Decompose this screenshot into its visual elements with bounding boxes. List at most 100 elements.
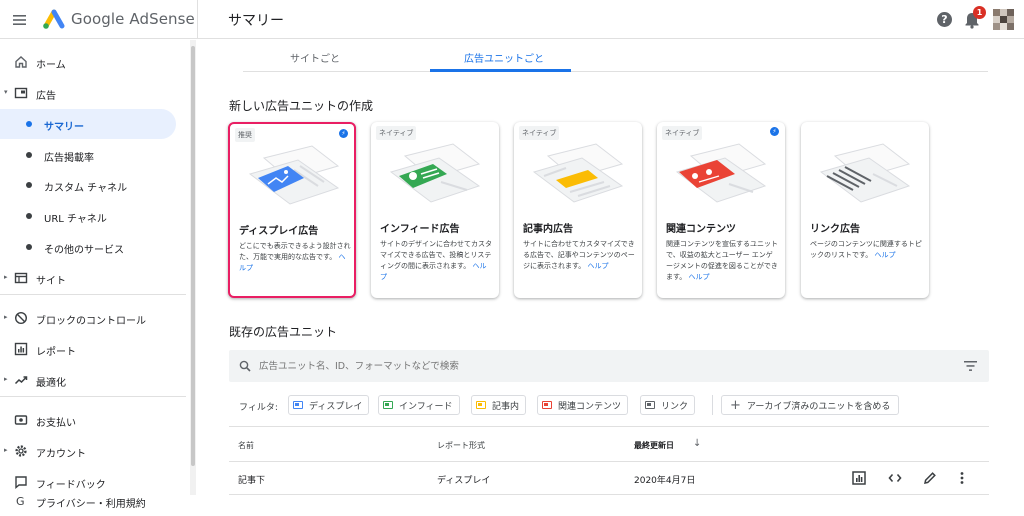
expand-arrow-icon: ▸	[4, 375, 8, 383]
sidebar-item-home[interactable]: ホーム	[0, 47, 186, 77]
sidebar-item-label: 広告掲載率	[44, 153, 94, 164]
link-ads-illustration	[813, 142, 917, 208]
sidebar-item-custom-channels[interactable]: カスタム チャネル	[0, 170, 186, 200]
sort-down-icon[interactable]: ↓	[693, 438, 701, 449]
bullet-icon	[26, 182, 32, 188]
ads-icon	[14, 86, 28, 100]
ad-card-link-ads[interactable]: リンク広告 ページのコンテンツに関連するトピックのリストです。 ヘルプ	[801, 122, 929, 298]
sites-icon	[14, 271, 28, 285]
filter-list-icon[interactable]	[964, 361, 977, 371]
search-input[interactable]	[259, 358, 909, 374]
block-icon	[14, 311, 28, 325]
sidebar-item-summary[interactable]: サマリー	[0, 109, 176, 139]
ad-card-matched-content[interactable]: ネイティブ ⚡ 関連コンテンツ 関連コンテンツを宣伝するユニットで、収益の拡大と…	[657, 122, 785, 298]
tab-by-site[interactable]: サイトごと	[290, 50, 340, 65]
help-link[interactable]: ヘルプ	[875, 251, 896, 259]
help-link[interactable]: ヘルプ	[588, 262, 609, 270]
tab-bar: サイトごと 広告ユニットごと	[243, 40, 988, 72]
sidebar-item-sites[interactable]: ▸ サイト	[0, 263, 186, 293]
filter-chip-in-feed[interactable]: インフィード	[378, 395, 460, 415]
sidebar-item-label: URL チャネル	[44, 214, 107, 225]
in-feed-square-icon	[383, 401, 393, 409]
bullet-icon	[26, 121, 32, 127]
sidebar-item-label: ホーム	[36, 60, 66, 71]
filter-chip-label: ディスプレイ	[309, 401, 363, 412]
card-title: ディスプレイ広告	[239, 226, 319, 237]
filter-label: フィルタ:	[239, 403, 278, 413]
help-link[interactable]: ヘルプ	[689, 273, 710, 281]
edit-pencil-icon[interactable]	[922, 470, 938, 486]
filter-chip-label: リンク	[661, 401, 689, 412]
filter-divider	[712, 395, 713, 415]
matched-content-illustration	[669, 142, 773, 208]
expand-arrow-icon: ▸	[4, 313, 8, 321]
sidebar-item-label: カスタム チャネル	[44, 183, 128, 194]
filter-chip-label: インフィード	[399, 401, 453, 412]
tab-by-ad-unit[interactable]: 広告ユニットごと	[464, 50, 544, 65]
sidebar-item-payments[interactable]: お支払い	[0, 405, 186, 435]
include-archived-button[interactable]: + アーカイブ済みのユニットを含める	[721, 395, 900, 415]
column-header-report-format[interactable]: レポート形式	[437, 440, 485, 451]
display-square-icon	[293, 401, 303, 409]
filter-chip-label: 記事内	[492, 401, 520, 412]
code-icon[interactable]	[887, 470, 903, 486]
create-section-title: 新しい広告ユニットの作成	[229, 99, 374, 113]
card-title: インフィード広告	[380, 224, 460, 235]
adsense-logo-icon[interactable]	[42, 9, 66, 29]
filter-chip-in-article[interactable]: 記事内	[471, 395, 527, 415]
sidebar-scrollbar-thumb[interactable]	[191, 46, 195, 466]
gear-icon	[14, 444, 28, 458]
report-icon	[14, 342, 28, 356]
native-tag: ネイティブ	[662, 126, 703, 140]
sidebar-item-other-services[interactable]: その他のサービス	[0, 232, 186, 262]
filter-chip-link[interactable]: リンク	[640, 395, 696, 415]
notification-badge: 1	[973, 6, 986, 19]
ad-card-in-feed[interactable]: ネイティブ インフィード広告 サイトのデザインに合わせてカスタマイズできる広告で…	[371, 122, 499, 298]
ad-card-in-article[interactable]: ネイティブ 記事内広告 サイトに合わせてカスタマイズできる広告で、記事やコンテン…	[514, 122, 642, 298]
sidebar-item-label: サイト	[36, 276, 66, 287]
row-report-format: ディスプレイ	[437, 476, 491, 486]
card-description: サイトのデザインに合わせてカスタマイズできる広告で、投稿とリスティングの間に表示…	[380, 239, 492, 283]
native-tag: ネイティブ	[376, 126, 417, 140]
bullet-icon	[26, 213, 32, 219]
filter-chip-matched-content[interactable]: 関連コンテンツ	[537, 395, 629, 415]
card-description-text: 関連コンテンツを宣伝するユニットで、収益の拡大とユーザー エンゲージメントの促進…	[666, 240, 778, 281]
sidebar-item-ads[interactable]: ▾ 広告	[0, 78, 186, 108]
card-description-text: サイトに合わせてカスタマイズできる広告で、記事やコンテンツのページに表示されます…	[523, 240, 635, 270]
column-header-name[interactable]: 名前	[238, 440, 254, 451]
sidebar-item-label: その他のサービス	[44, 245, 124, 256]
table-row[interactable]: 記事下 ディスプレイ 2020年4月7日	[229, 462, 989, 495]
avatar[interactable]	[993, 9, 1015, 31]
card-description: 関連コンテンツを宣伝するユニットで、収益の拡大とユーザー エンゲージメントの促進…	[666, 239, 778, 283]
menu-icon[interactable]	[10, 10, 30, 30]
bolt-icon: ⚡	[339, 129, 348, 138]
help-icon[interactable]: ?	[937, 12, 952, 27]
sidebar-item-label: レポート	[36, 347, 76, 358]
top-bar: Google AdSense サマリー ? 1	[0, 0, 1024, 39]
sidebar-item-optimization[interactable]: ▸ 最適化	[0, 365, 186, 395]
home-icon	[14, 55, 28, 69]
column-header-last-updated[interactable]: 最終更新日	[634, 440, 674, 451]
filter-chip-display[interactable]: ディスプレイ	[288, 395, 370, 415]
sidebar: ホーム ▾ 広告 サマリー 広告掲載率 カスタム チャネル URL チャネル そ…	[0, 40, 193, 510]
sidebar-item-blocking-controls[interactable]: ▸ ブロックのコントロール	[0, 303, 186, 333]
more-vert-icon[interactable]	[954, 470, 970, 486]
row-name[interactable]: 記事下	[238, 473, 265, 486]
existing-section-title: 既存の広告ユニット	[229, 325, 338, 339]
sidebar-item-account[interactable]: ▸ アカウント	[0, 436, 186, 466]
header-divider	[197, 0, 198, 39]
in-article-ad-illustration	[526, 142, 630, 208]
sidebar-item-privacy[interactable]: G プライバシー・利用規約	[0, 486, 186, 516]
sidebar-item-reports[interactable]: レポート	[0, 334, 186, 364]
sidebar-item-url-channels[interactable]: URL チャネル	[0, 201, 186, 231]
expand-arrow-icon: ▸	[4, 273, 8, 281]
sidebar-divider	[0, 396, 186, 397]
brand-name[interactable]: Google AdSense	[71, 10, 195, 28]
filter-chip-label: 関連コンテンツ	[558, 401, 622, 412]
ad-card-display[interactable]: 推奨 ⚡ ディスプレイ広告 どこにでも表示できるよう設計された、万能で実用的な広…	[228, 122, 356, 298]
page-title: サマリー	[228, 13, 284, 29]
in-feed-ad-illustration	[383, 142, 487, 208]
sidebar-item-coverage[interactable]: 広告掲載率	[0, 140, 186, 170]
sidebar-item-label: 広告	[36, 91, 56, 102]
report-chart-icon[interactable]	[851, 470, 867, 486]
